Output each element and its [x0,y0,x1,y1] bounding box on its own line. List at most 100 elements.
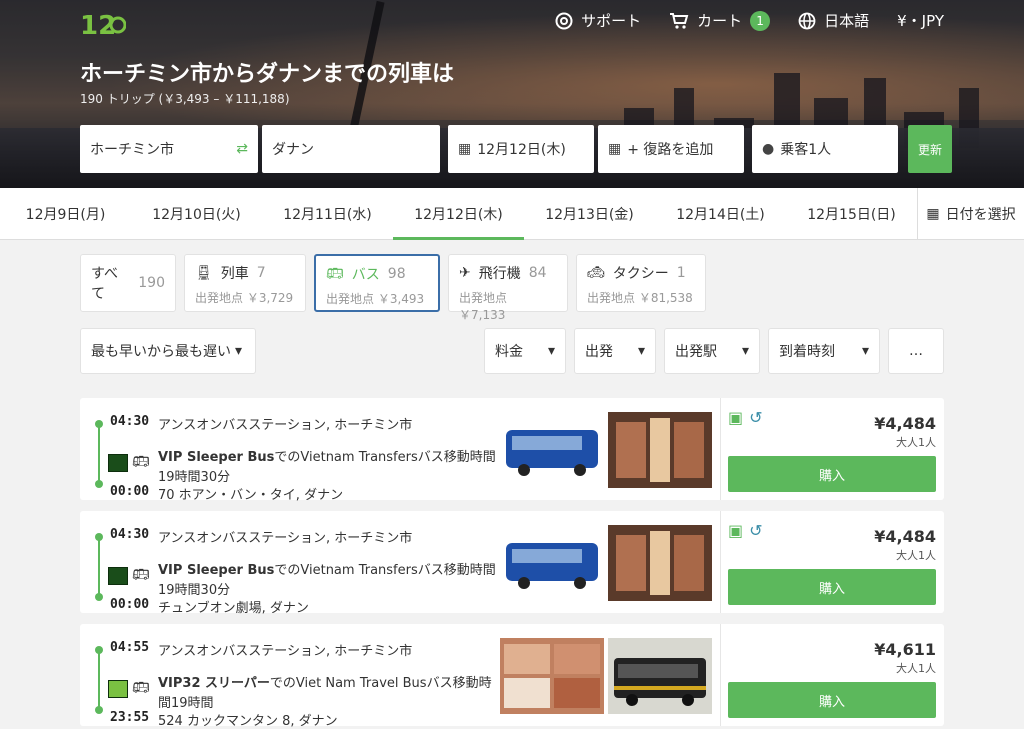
mode-train[interactable]: 🚆︎ 列車 7 出発地点 ￥3,729 [184,254,306,312]
support-link[interactable]: サポート [555,10,641,31]
calendar-icon: ▦ [608,141,622,157]
mode-bus-count: 98 [387,266,406,282]
logo[interactable]: 12 [80,6,126,40]
chevron-down-icon: ▾ [861,343,869,359]
filter-departure-label: 出発 [585,344,613,360]
currency-selector[interactable]: ¥・JPY [897,10,944,31]
bus-icon: 🚌︎ [326,266,344,282]
mode-taxi-count: 1 [676,265,686,281]
filter-station-label: 出発駅 [675,344,717,360]
date-picker-button[interactable]: ▦ 日付を選択 [917,188,1024,239]
cabin-photo[interactable] [608,412,712,488]
date-tab[interactable]: 12月9日(月) [0,188,131,239]
operator-logo [108,680,128,698]
passenger-info: 大人1人 [896,436,936,449]
transport-mode-tabs: すべて 190 🚆︎ 列車 7 出発地点 ￥3,729 🚌︎ バス 98 出発地点 ￥3… [80,254,706,322]
filter-departure[interactable]: 出発 ▾ [574,328,656,374]
cart-link[interactable]: カート 1 [669,10,771,31]
mode-all[interactable]: すべて 190 [80,254,176,312]
chevron-down-icon: ▾ [637,343,645,359]
arrival-place: 70 ホアン・バン・タイ, ダナン [158,488,344,503]
trip-description: VIP Sleeper BusでのVietnam Transfersバス移動時間… [158,561,498,601]
cabin-photo[interactable] [500,638,604,714]
date-tab[interactable]: 12月15日(日) [786,188,917,239]
taxi-icon: 🚕︎ [587,265,605,281]
buy-button[interactable]: 購入 [728,682,936,718]
result-card[interactable]: 04:30 アンスオンバスステーション, ホーチミン市 🚌︎ VIP Sleep… [80,511,944,616]
person-icon: ● [762,141,775,157]
globe-icon [798,12,816,29]
filter-arrival[interactable]: 到着時刻 ▾ [768,328,880,374]
trip-summary: 190 トリップ (￥3,493 – ￥111,188) [80,92,290,106]
support-label: サポート [581,12,642,30]
mode-taxi-label: タクシー [612,266,669,282]
mode-plane-from: 出発地点 ￥7,133 [459,291,508,322]
bus-icon: 🚌︎ [132,680,150,696]
bus-photo[interactable] [500,525,604,601]
mode-train-count: 7 [256,265,266,281]
currency-label: ¥・JPY [897,12,944,30]
bus-photo[interactable] [500,412,604,488]
page-title: ホーチミン市からダナンまでの列車は [80,62,455,87]
mode-train-from: 出発地点 ￥3,729 [195,291,294,305]
passengers-field[interactable]: ● 乗客1人 [752,125,898,173]
mode-train-label: 列車 [220,266,249,282]
date-field[interactable]: ▦ 12月12日(木) [448,125,594,173]
bus-icon: 🚌︎ [132,567,150,583]
arrival-time: 00:00 [110,484,150,499]
mode-plane-count: 84 [528,265,547,281]
update-button[interactable]: 更新 [908,125,952,173]
date-picker-label: 日付を選択 [945,206,1016,223]
train-icon: 🚆︎ [195,265,213,281]
cart-icon [670,12,689,29]
swap-icon[interactable]: ⇄ [236,141,248,157]
from-field[interactable]: ホーチミン市 ⇄ [80,125,258,173]
mode-taxi[interactable]: 🚕︎ タクシー 1 出発地点 ￥81,538 [576,254,706,312]
qr-code-icon: ▣ [728,521,744,540]
calendar-icon: ▦ [926,205,940,222]
mode-bus-label: バス [351,267,380,283]
result-card[interactable]: 04:55 アンスオンバスステーション, ホーチミン市 🚌︎ VIP32 スリー… [80,624,944,729]
cabin-photo[interactable] [608,525,712,601]
passenger-info: 大人1人 [896,549,936,562]
bus-photo[interactable] [608,638,712,714]
date-tab[interactable]: 12月14日(土) [655,188,786,239]
result-card[interactable]: 04:30 アンスオンバスステーション, ホーチミン市 🚌︎ VIP Sleep… [80,398,944,503]
date-tab[interactable]: 12月11日(水) [262,188,393,239]
mode-bus[interactable]: 🚌︎ バス 98 出発地点 ￥3,493 [314,254,440,312]
language-label: 日本語 [824,12,870,30]
operator-name: VIP Sleeper Bus [158,450,275,465]
mode-plane[interactable]: ✈ 飛行機 84 出発地点 ￥7,133 [448,254,568,322]
to-field[interactable]: ダナン [262,125,440,173]
trip-description: VIP32 スリーパーでのViet Nam Travel Busバス移動時間19… [158,674,498,714]
buy-button[interactable]: 購入 [728,569,936,605]
date-tab[interactable]: 12月10日(火) [131,188,262,239]
date-tab[interactable]: 12月13日(金) [524,188,655,239]
return-field[interactable]: ▦ + 復路を追加 [598,125,744,173]
calendar-icon: ▦ [458,141,472,157]
refund-icon: ↺ [749,408,763,427]
date-tabs: 12月9日(月) 12月10日(火) 12月11日(水) 12月12日(木) 1… [0,188,1024,240]
filter-station[interactable]: 出発駅 ▾ [664,328,760,374]
search-form: ホーチミン市 ⇄ ダナン ▦ 12月12日(木) ▦ + 復路を追加 ● 乗客1… [80,125,952,173]
qr-code-icon: ▣ [728,408,744,427]
price: ¥4,484 [874,414,936,433]
mode-taxi-from: 出発地点 ￥81,538 [587,291,693,305]
trip-description: VIP Sleeper BusでのVietnam Transfersバス移動時間… [158,448,498,488]
arrival-time: 00:00 [110,597,150,612]
cart-label: カート [697,12,743,30]
date-tab-selected[interactable]: 12月12日(木) [393,188,524,240]
operator-logo [108,567,128,585]
more-filters-button[interactable]: … [888,328,944,374]
buy-button[interactable]: 購入 [728,456,936,492]
filter-price[interactable]: 料金 ▾ [484,328,566,374]
language-selector[interactable]: 日本語 [798,10,869,31]
cart-count-badge: 1 [750,10,771,31]
sort-label: 最も早いから最も遅い [91,344,231,360]
refund-icon: ↺ [749,521,763,540]
chevron-down-icon: ▾ [547,343,555,359]
arrival-place: 524 カックマンタン 8, ダナン [158,714,338,729]
filter-price-label: 料金 [495,344,523,360]
sort-dropdown[interactable]: 最も早いから最も遅い ▾ [80,328,256,374]
mode-bus-from: 出発地点 ￥3,493 [326,292,425,306]
